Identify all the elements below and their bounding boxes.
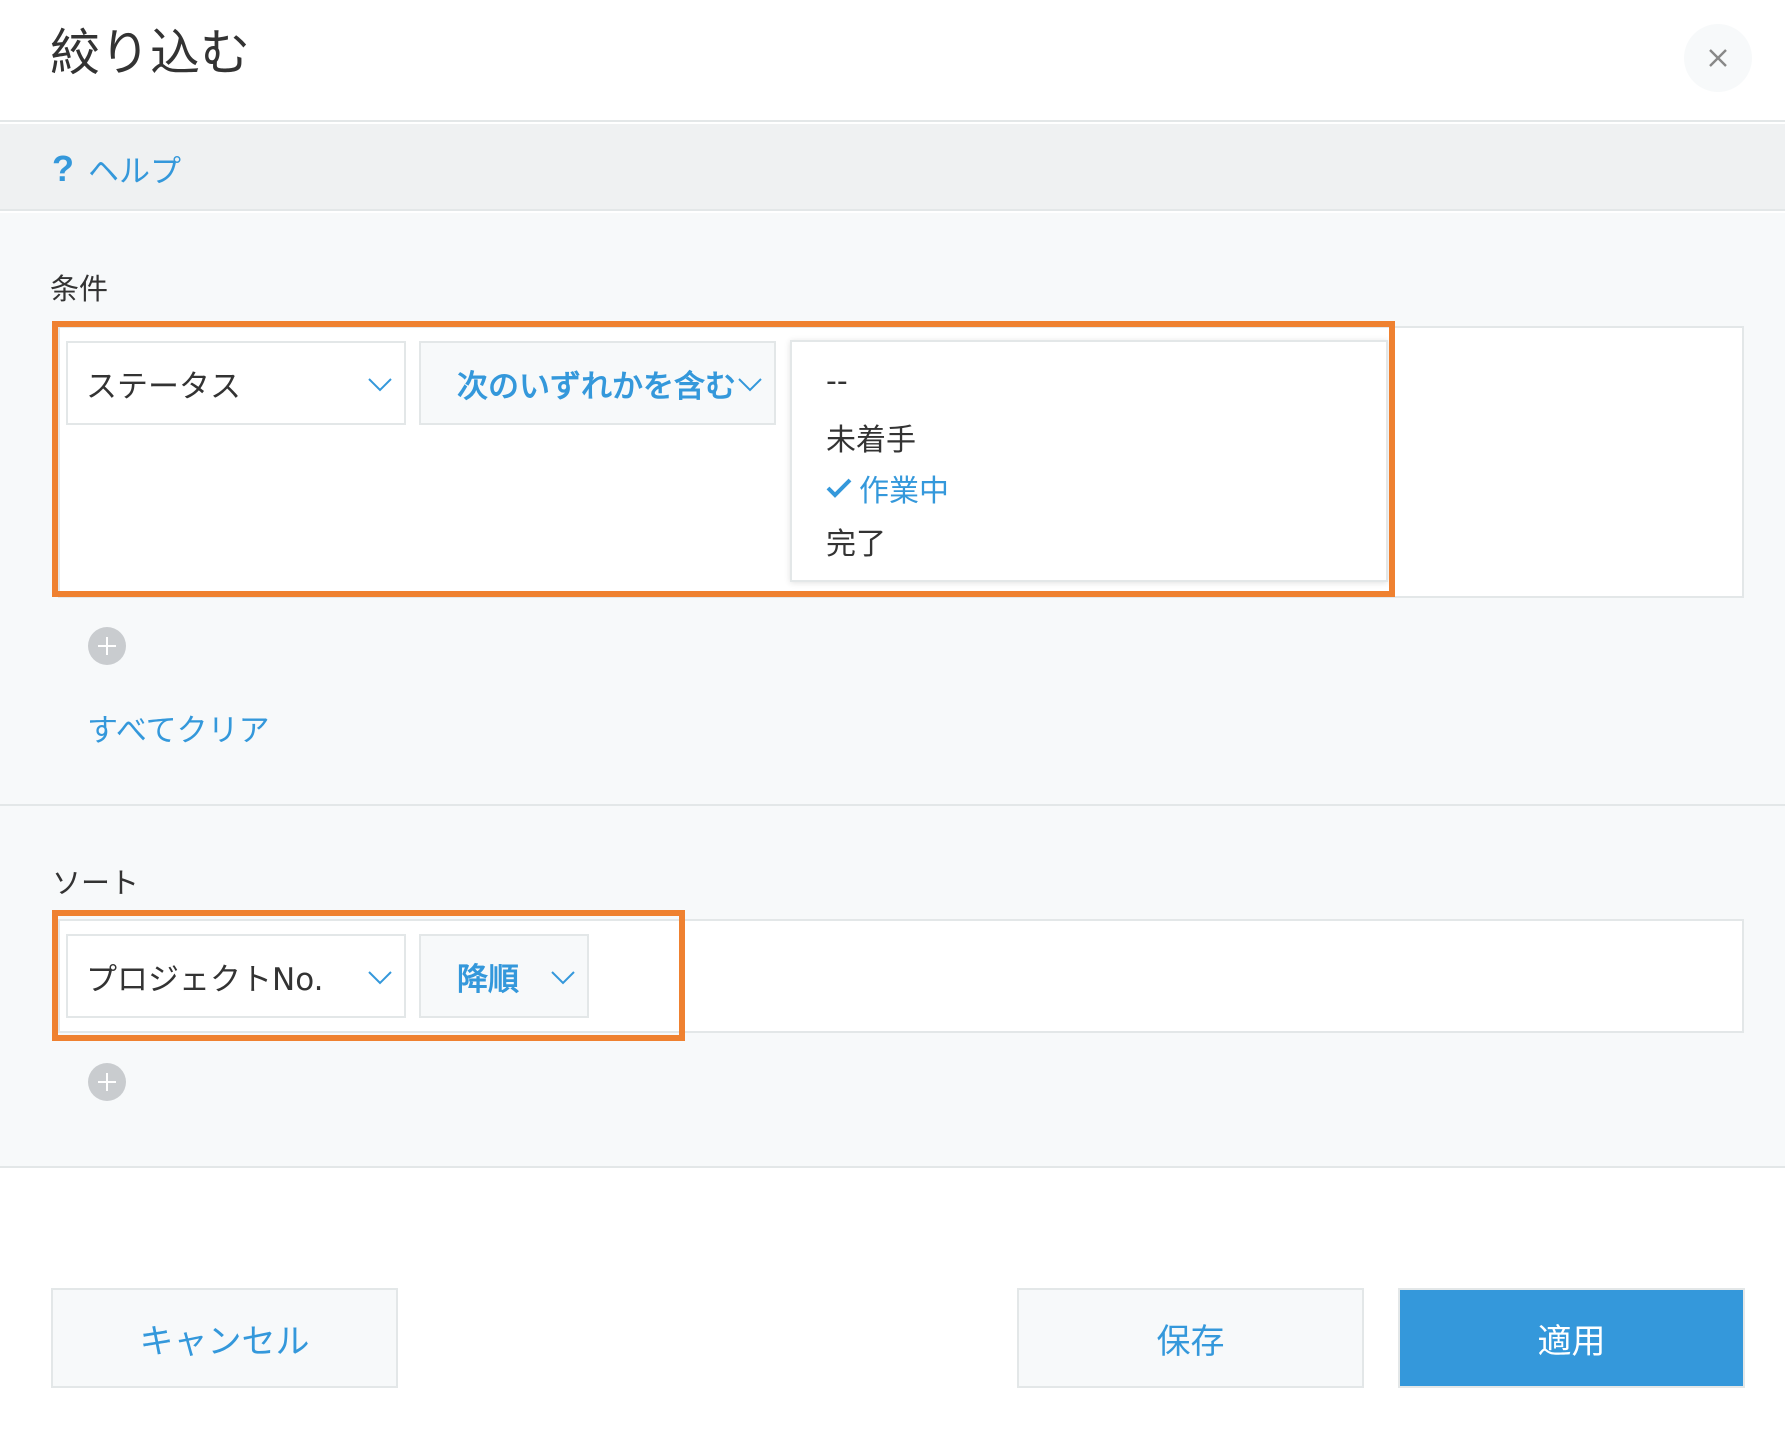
dialog-title: 絞り込む (50, 24, 250, 82)
condition-highlight-box (52, 321, 1395, 597)
dialog-header: 絞り込む (0, 0, 1785, 122)
help-label: ヘルプ (88, 154, 181, 190)
conditions-label: 条件 (50, 272, 109, 306)
cancel-button[interactable]: キャンセル (51, 1288, 398, 1388)
section-divider (0, 804, 1785, 806)
question-icon: ? (52, 147, 74, 189)
save-button[interactable]: 保存 (1017, 1288, 1364, 1388)
sort-highlight-box (52, 910, 685, 1041)
apply-button[interactable]: 適用 (1398, 1288, 1745, 1388)
add-condition-button[interactable] (88, 627, 126, 665)
clear-all-link[interactable]: すべてクリア (87, 705, 270, 750)
help-bar: ? ヘルプ (0, 124, 1785, 211)
close-icon (1709, 49, 1727, 67)
add-sort-button[interactable] (88, 1063, 126, 1101)
close-button[interactable] (1684, 24, 1752, 92)
sort-label: ソート (52, 866, 140, 900)
section-divider (0, 1166, 1785, 1168)
help-link[interactable]: ? ヘルプ (52, 146, 181, 191)
